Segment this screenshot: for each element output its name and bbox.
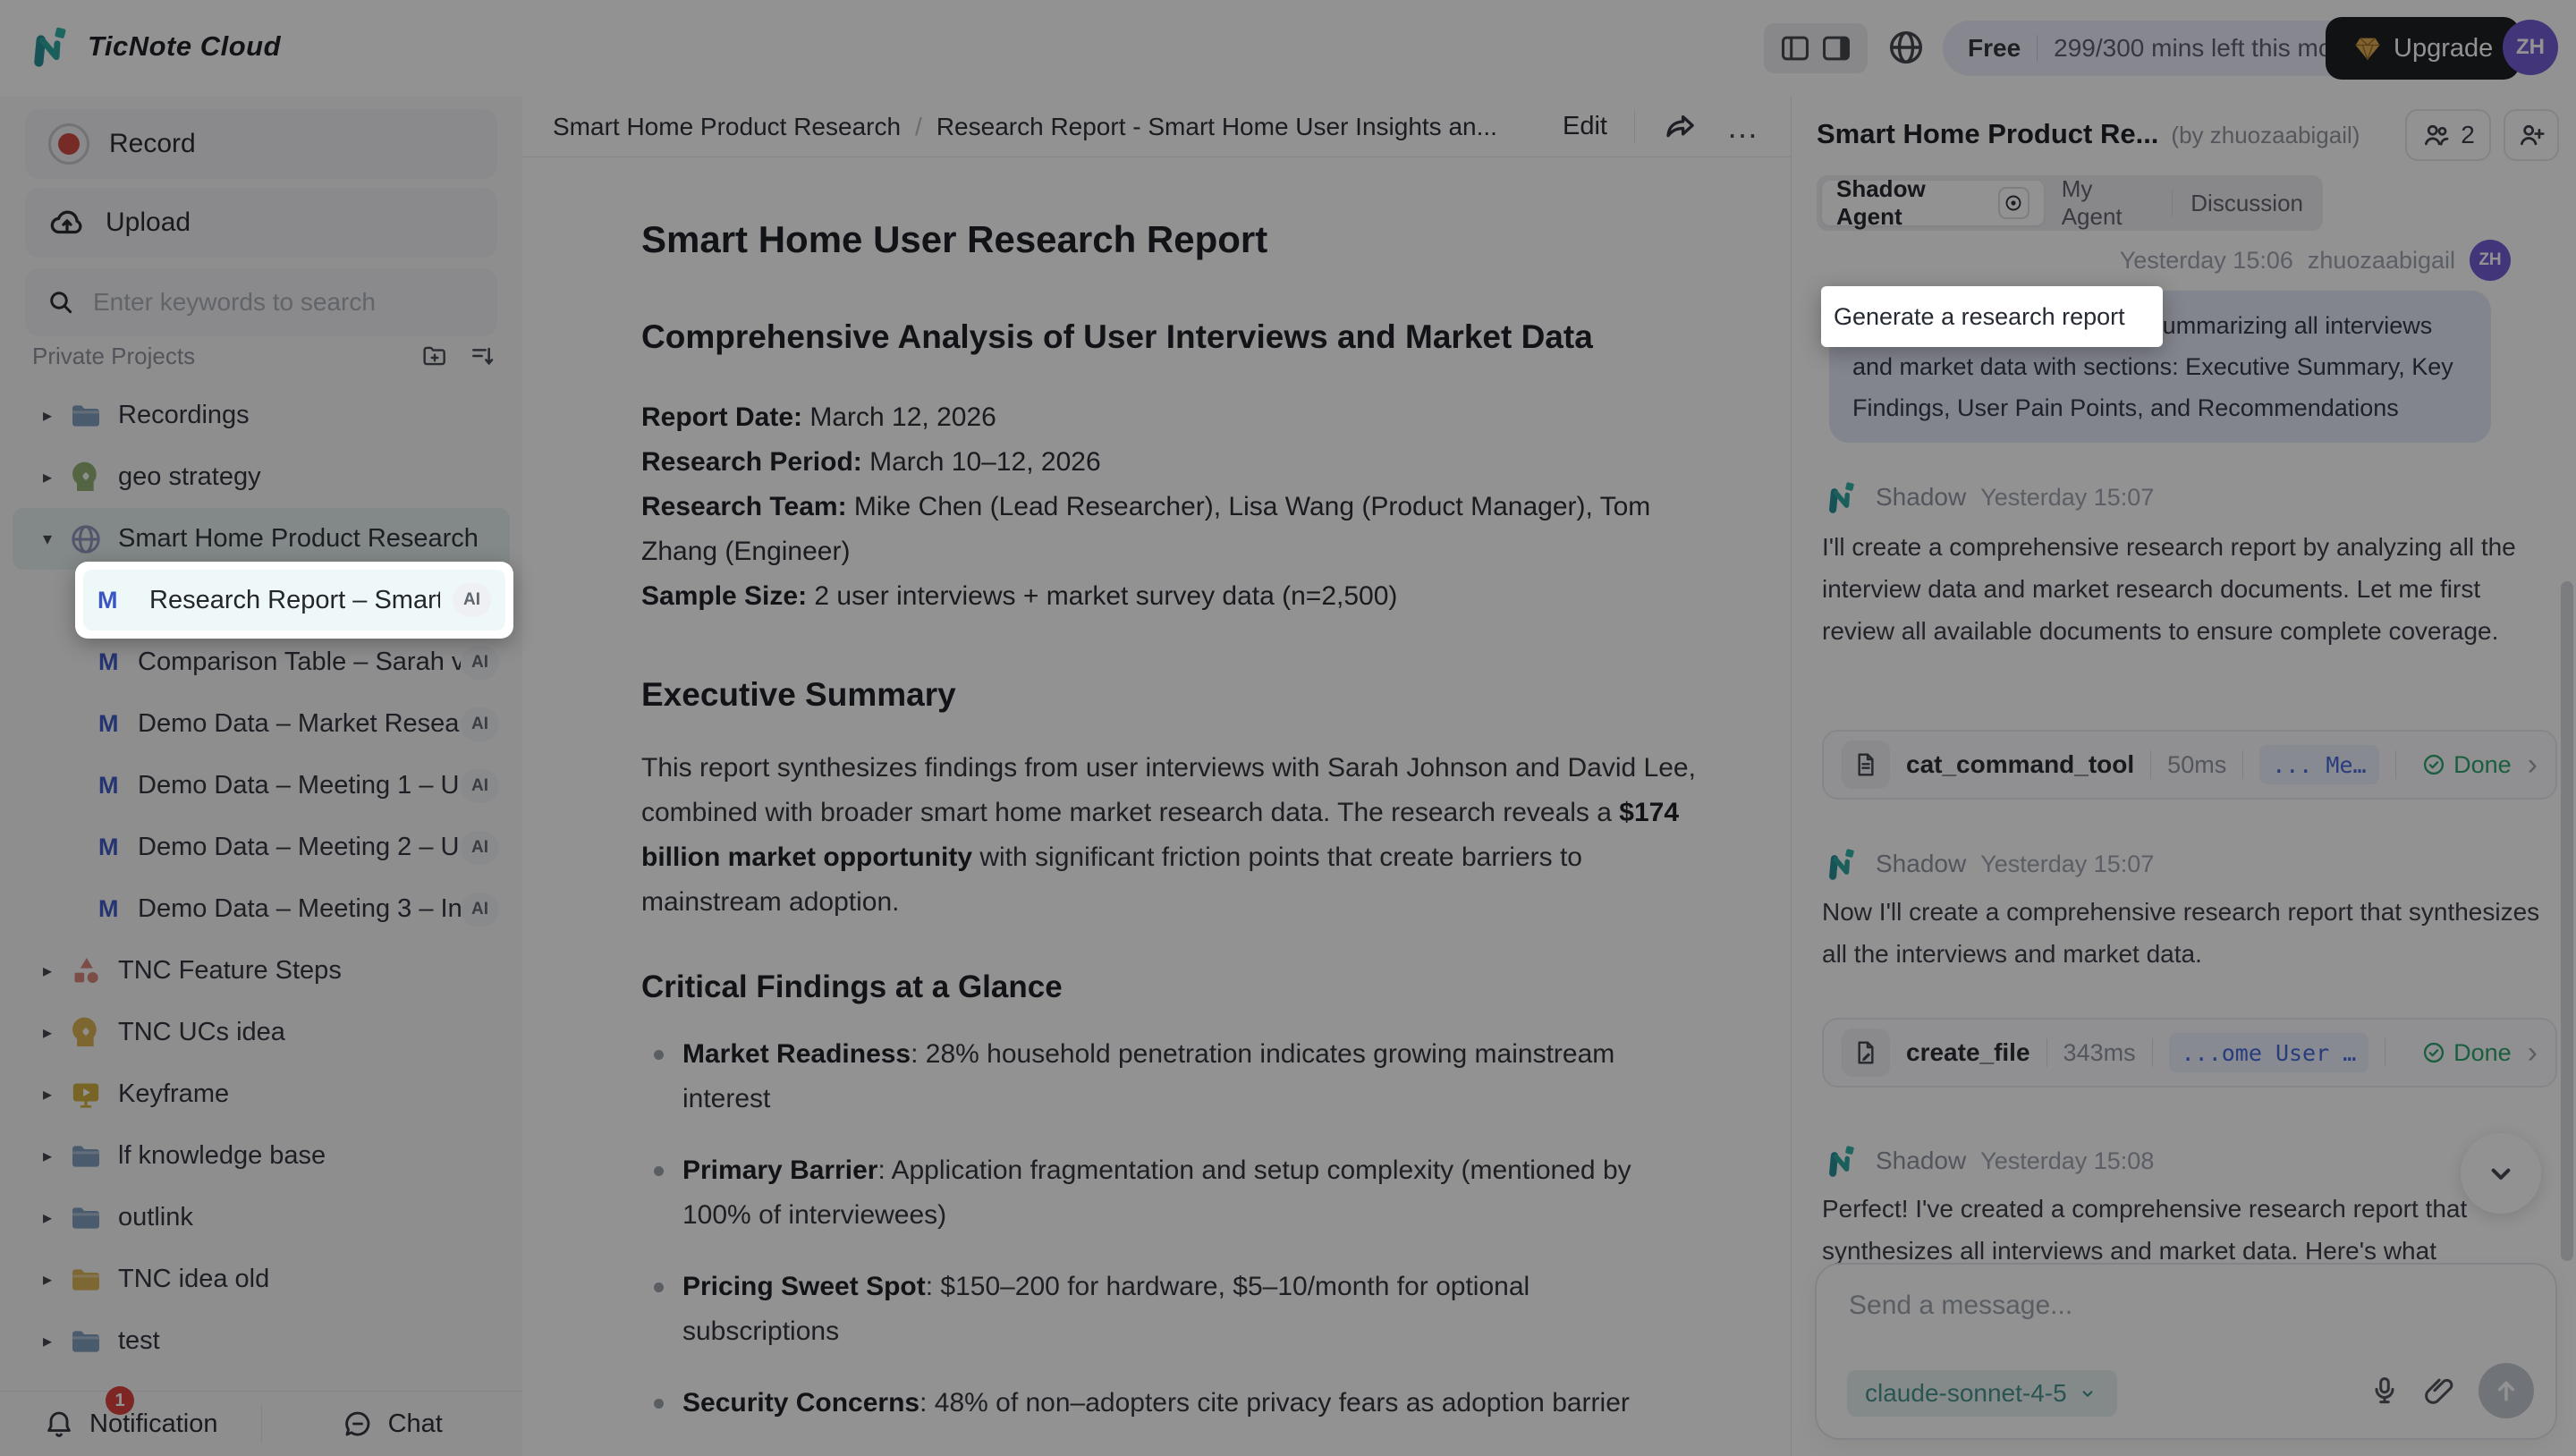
ai-badge: AI — [453, 583, 491, 617]
markdown-icon: M — [97, 587, 137, 614]
app-window: TicNote Cloud Free 299/300 mins left thi… — [0, 0, 2576, 1456]
spotlight-generate-report-text[interactable]: Generate a research report — [1821, 286, 2163, 347]
tour-dim-overlay — [0, 0, 2576, 1456]
spotlight-sidebar-research-report[interactable]: M Research Report – Smart H... AI — [75, 562, 513, 639]
